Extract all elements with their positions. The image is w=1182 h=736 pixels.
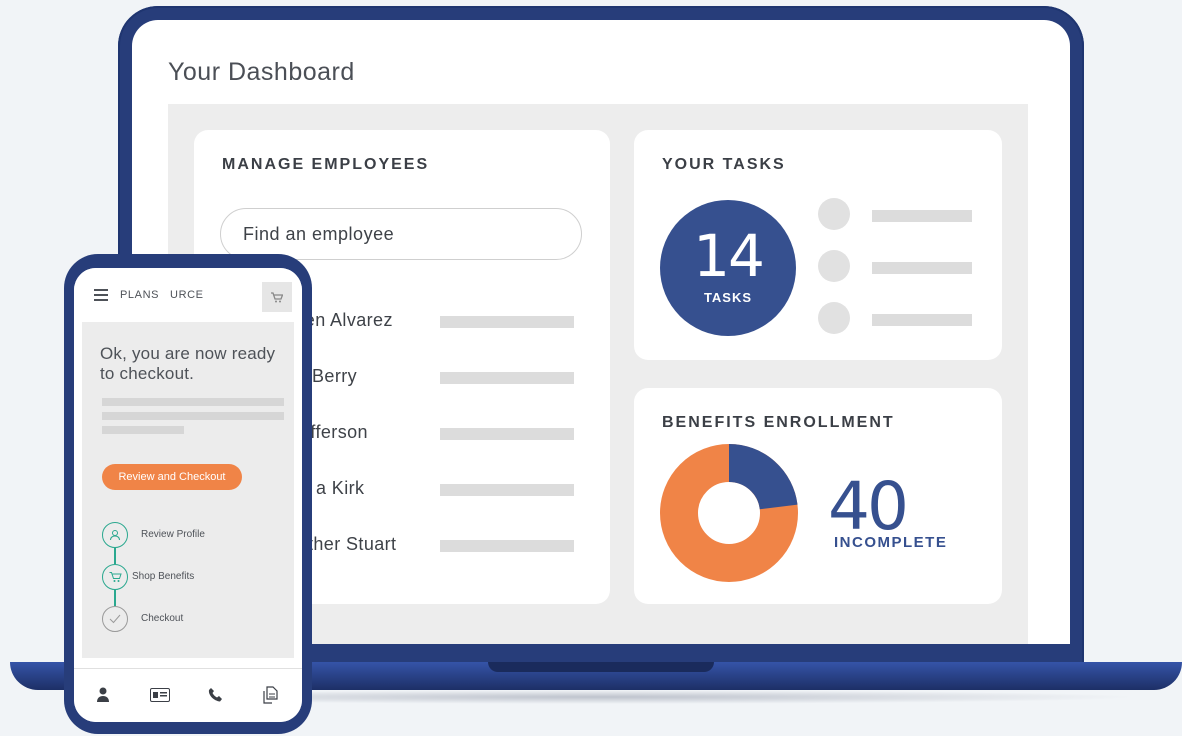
task-placeholder-bar bbox=[872, 314, 972, 326]
task-dot bbox=[818, 250, 850, 282]
employee-name[interactable]: a Kirk bbox=[316, 478, 364, 499]
checkout-panel: Ok, you are now ready to checkout. Revie… bbox=[82, 322, 294, 658]
id-card-icon[interactable] bbox=[150, 688, 170, 707]
tasks-title: YOUR TASKS bbox=[662, 156, 786, 173]
phone-header: PLANS URCE bbox=[74, 268, 302, 320]
employee-placeholder-bar bbox=[440, 428, 574, 440]
text-placeholder-bar bbox=[102, 426, 184, 434]
laptop-notch bbox=[488, 662, 714, 672]
tasks-count-badge[interactable]: 14 TASKS bbox=[660, 200, 796, 336]
employee-placeholder-bar bbox=[440, 372, 574, 384]
dashboard-title: Your Dashboard bbox=[168, 58, 355, 86]
benefits-value-label: INCOMPLETE bbox=[834, 534, 948, 551]
step-label[interactable]: Shop Benefits bbox=[132, 571, 194, 582]
menu-icon[interactable] bbox=[94, 288, 108, 306]
employee-search-input[interactable]: Find an employee bbox=[220, 208, 582, 260]
employee-name[interactable]: Berry bbox=[312, 366, 357, 387]
text-placeholder-bar bbox=[102, 412, 284, 420]
review-and-checkout-button[interactable]: Review and Checkout bbox=[102, 464, 242, 490]
task-placeholder-bar bbox=[872, 262, 972, 274]
step-label[interactable]: Review Profile bbox=[141, 529, 205, 540]
user-icon[interactable] bbox=[102, 522, 128, 548]
cart-icon[interactable] bbox=[102, 564, 128, 590]
task-placeholder-bar bbox=[872, 210, 972, 222]
phone-screen: PLANS URCE Ok, you are now ready to chec… bbox=[74, 268, 302, 722]
text-placeholder-bar bbox=[102, 398, 284, 406]
manage-employees-title: MANAGE EMPLOYEES bbox=[222, 156, 430, 173]
tasks-count: 14 bbox=[693, 222, 765, 290]
benefits-title: BENEFITS ENROLLMENT bbox=[662, 414, 895, 431]
step-label[interactable]: Checkout bbox=[141, 613, 183, 624]
tasks-count-label: TASKS bbox=[703, 290, 753, 305]
person-icon[interactable] bbox=[96, 687, 110, 708]
employee-placeholder-bar bbox=[440, 484, 574, 496]
benefits-donut-chart bbox=[660, 444, 798, 582]
check-icon[interactable] bbox=[102, 606, 128, 632]
documents-icon[interactable] bbox=[262, 686, 278, 709]
employee-placeholder-bar bbox=[440, 540, 574, 552]
step-connector bbox=[114, 590, 116, 606]
task-dot bbox=[818, 198, 850, 230]
brand-logo: PLANS URCE bbox=[120, 289, 204, 301]
checkout-message: Ok, you are now ready to checkout. bbox=[100, 344, 276, 383]
phone-tab-bar bbox=[74, 668, 302, 722]
step-connector bbox=[114, 548, 116, 564]
task-dot bbox=[818, 302, 850, 334]
phone-icon[interactable] bbox=[208, 687, 222, 708]
cart-icon[interactable] bbox=[262, 282, 292, 312]
employee-placeholder-bar bbox=[440, 316, 574, 328]
employee-name[interactable]: ther Stuart bbox=[308, 534, 396, 555]
